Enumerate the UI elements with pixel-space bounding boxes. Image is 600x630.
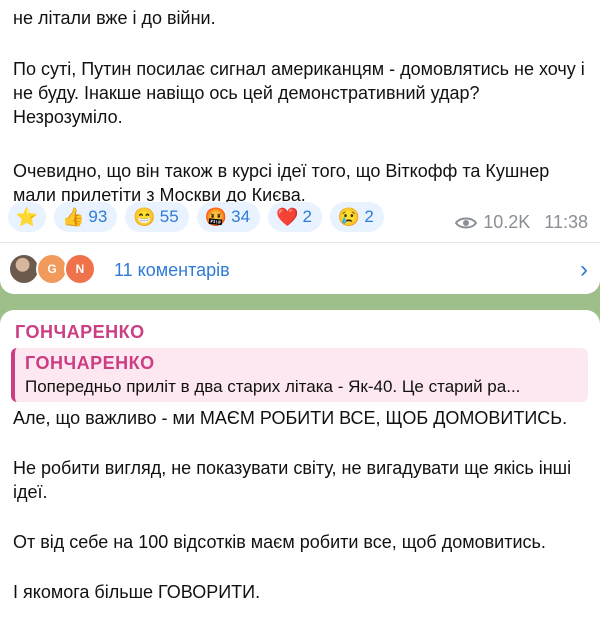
reply-author: ГОНЧАРЕНКО bbox=[25, 353, 155, 373]
message-paragraph: І якомога більше ГОВОРИТИ. bbox=[13, 582, 261, 602]
message-paragraph: не літали вже і до війни. bbox=[13, 8, 216, 28]
reply-text: Попередньо приліт в два старих літака - … bbox=[25, 377, 521, 396]
angry-face-icon: 🤬 bbox=[204, 207, 228, 227]
chevron-right-icon: › bbox=[580, 256, 588, 283]
reaction-crying[interactable]: 😢 2 bbox=[329, 202, 384, 232]
reaction-star[interactable]: ⭐ bbox=[8, 202, 46, 232]
commenter-avatars: G N bbox=[8, 253, 100, 287]
reaction-count: 2 bbox=[364, 207, 374, 226]
reply-quote[interactable]: ГОНЧАРЕНКО Попередньо приліт в два стари… bbox=[11, 348, 588, 402]
views-count: 10.2K bbox=[483, 212, 531, 232]
comments-button[interactable]: G N 11 коментарів › bbox=[8, 248, 588, 292]
message-meta: 10.2K 11:38 bbox=[455, 212, 588, 233]
star-icon: ⭐ bbox=[15, 207, 39, 227]
reaction-thumbs-up[interactable]: 👍 93 bbox=[54, 202, 118, 232]
divider bbox=[0, 242, 600, 243]
heart-icon: ❤️ bbox=[276, 207, 299, 227]
message-bubble: не літали вже і до війни. По суті, Путин… bbox=[0, 0, 600, 294]
reaction-count: 93 bbox=[88, 207, 108, 226]
grin-icon: 😁 bbox=[133, 207, 156, 227]
reaction-count: 2 bbox=[302, 207, 312, 226]
eye-icon bbox=[455, 216, 478, 230]
message-time: 11:38 bbox=[544, 212, 588, 232]
message-author[interactable]: ГОНЧАРЕНКО bbox=[15, 322, 145, 343]
message-paragraph: Не робити вигляд, не показувати світу, н… bbox=[13, 458, 572, 502]
message-paragraph: Очевидно, що він також в курсі ідеї того… bbox=[13, 161, 550, 205]
message-paragraph: Але, що важливо - ми МАЄМ РОБИТИ ВСЕ, ЩО… bbox=[13, 408, 568, 428]
message-bubble: ГОНЧАРЕНКО ГОНЧАРЕНКО Попередньо приліт … bbox=[0, 310, 600, 630]
reaction-angry[interactable]: 🤬 34 bbox=[196, 202, 261, 232]
crying-face-icon: 😢 bbox=[337, 207, 361, 227]
thumbs-up-icon: 👍 bbox=[62, 207, 85, 227]
avatar: N bbox=[64, 253, 96, 285]
reaction-grin[interactable]: 😁 55 bbox=[125, 202, 189, 232]
message-paragraph: От від себе на 100 відсотків маєм робити… bbox=[13, 532, 546, 552]
reactions-bar: ⭐ 👍 93 😁 55 🤬 34 ❤️ 2 😢 2 bbox=[8, 202, 384, 232]
reaction-count: 55 bbox=[159, 207, 179, 226]
message-paragraph: По суті, Путин посилає сигнал американця… bbox=[13, 59, 585, 127]
comments-label: 11 коментарів bbox=[114, 259, 230, 280]
reaction-heart[interactable]: ❤️ 2 bbox=[268, 202, 322, 232]
reaction-count: 34 bbox=[231, 207, 251, 226]
